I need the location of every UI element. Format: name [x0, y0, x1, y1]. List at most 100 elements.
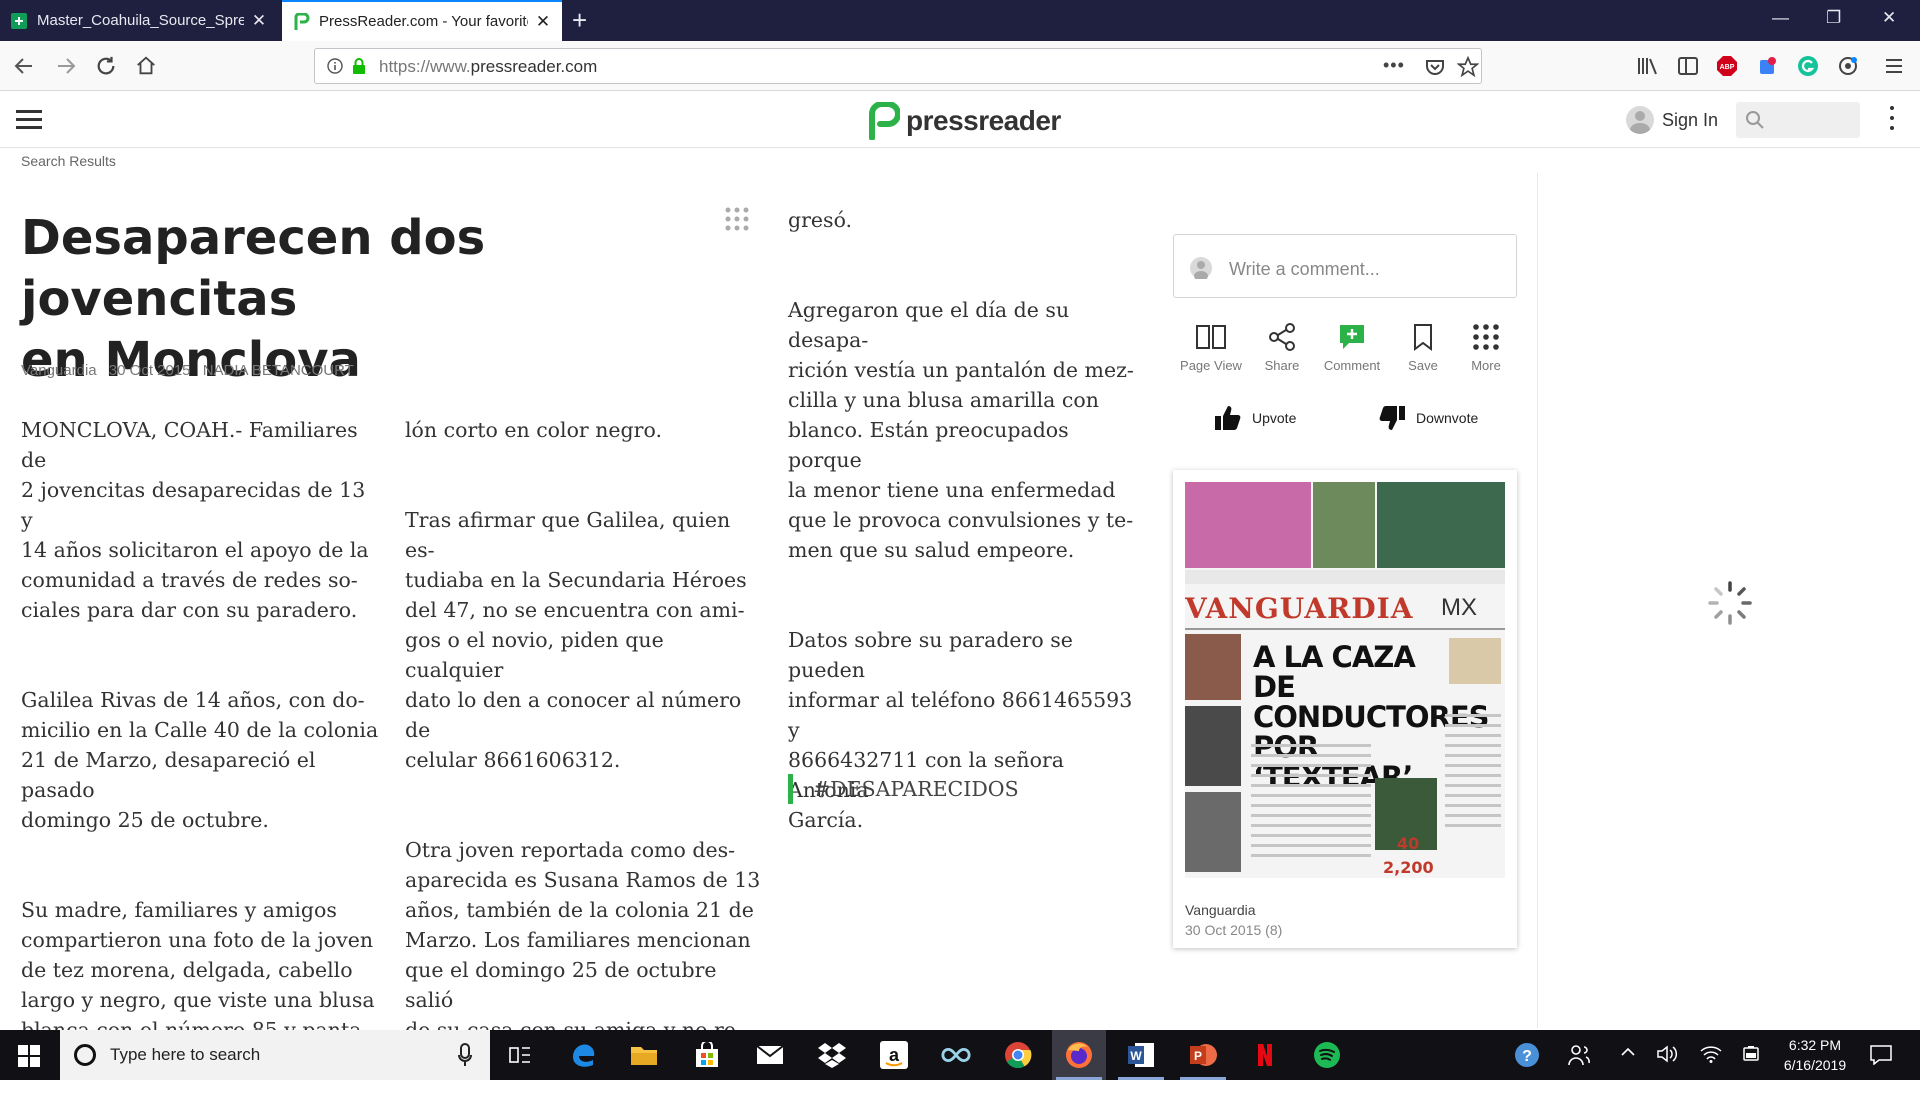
cover-text-line — [1251, 754, 1371, 757]
sign-in-button[interactable]: Sign In — [1626, 106, 1718, 134]
tab-spreadsheet[interactable]: Master_Coahuila_Source_Sprea ✕ — [0, 0, 278, 41]
people-icon[interactable] — [1564, 1040, 1594, 1070]
chrome-icon[interactable] — [1003, 1040, 1033, 1070]
amazon-icon[interactable]: a — [879, 1040, 909, 1070]
bookmark-star-icon[interactable] — [1457, 56, 1479, 78]
pressreader-logo[interactable]: pressreader — [866, 102, 1061, 140]
pocket-icon[interactable] — [1425, 57, 1445, 77]
firefox-icon[interactable] — [1056, 1040, 1102, 1080]
extension-puzzle-icon[interactable] — [1757, 55, 1779, 77]
drag-grip-icon[interactable] — [724, 206, 750, 232]
task-view-icon[interactable] — [505, 1040, 535, 1070]
file-explorer-icon[interactable] — [629, 1040, 659, 1070]
page-view-button[interactable]: Page View — [1176, 320, 1246, 373]
article-paragraph: Su madre, familiares y amigos compartiero… — [21, 898, 375, 1042]
tab-pressreader[interactable]: PressReader.com - Your favorite ✕ — [282, 0, 562, 41]
wifi-icon[interactable] — [1700, 1045, 1722, 1067]
article-source[interactable]: Vanguardia — [21, 362, 97, 379]
hashtag-link[interactable]: #DESAPARECIDOS — [788, 774, 1019, 804]
sidebar-icon[interactable] — [1677, 55, 1699, 77]
adblock-plus-icon[interactable]: ABP — [1716, 55, 1738, 77]
info-icon[interactable] — [327, 58, 343, 74]
url-bar[interactable]: https://www.pressreader.com ••• — [314, 48, 1482, 84]
volume-icon[interactable] — [1656, 1045, 1678, 1067]
cover-publication[interactable]: Vanguardia — [1185, 902, 1256, 918]
store-icon[interactable] — [692, 1040, 722, 1070]
comment-button[interactable]: Comment — [1317, 320, 1387, 373]
cover-text-line — [1251, 774, 1371, 777]
library-icon[interactable] — [1637, 55, 1659, 77]
newspaper-cover-thumbnail[interactable]: VANGUARDIA MX A LA CAZA DE CONDUCTORES P… — [1185, 482, 1505, 878]
close-window-button[interactable]: ✕ — [1882, 8, 1896, 28]
cover-photo — [1313, 482, 1375, 568]
browser-toolbar: https://www.pressreader.com ••• ABP — [0, 41, 1920, 91]
netflix-icon[interactable] — [1250, 1040, 1280, 1070]
cover-text-line — [1445, 774, 1501, 777]
restore-button[interactable]: ❐ — [1826, 8, 1841, 28]
cover-photo — [1449, 638, 1501, 684]
more-button[interactable]: More — [1451, 320, 1521, 373]
more-label: More — [1471, 358, 1501, 373]
word-icon[interactable]: W — [1118, 1040, 1164, 1080]
site-search-input[interactable] — [1736, 102, 1860, 138]
infinity-app-icon[interactable] — [941, 1040, 971, 1070]
close-tab-icon[interactable]: ✕ — [534, 12, 552, 32]
share-button[interactable]: Share — [1247, 320, 1317, 373]
edge-icon[interactable] — [568, 1040, 598, 1070]
newspaper-cover-card[interactable]: VANGUARDIA MX A LA CAZA DE CONDUCTORES P… — [1173, 470, 1517, 948]
cover-count: (8) — [1265, 922, 1283, 938]
cover-text-line — [1445, 784, 1501, 787]
close-tab-icon[interactable]: ✕ — [250, 11, 268, 31]
forward-button[interactable] — [52, 52, 80, 80]
cover-text-line — [1251, 784, 1371, 787]
powerpoint-icon[interactable]: P — [1180, 1040, 1226, 1080]
page-actions-icon[interactable]: ••• — [1383, 55, 1405, 76]
breadcrumb[interactable]: Search Results — [21, 153, 116, 169]
windows-start-icon[interactable] — [18, 1045, 40, 1067]
back-button[interactable] — [10, 52, 38, 80]
menu-icon[interactable] — [1883, 55, 1905, 77]
cover-headline-line: A LA CAZA DE — [1253, 640, 1416, 704]
hamburger-menu-icon[interactable] — [16, 110, 42, 130]
mail-icon[interactable] — [755, 1040, 785, 1070]
notifications-icon[interactable] — [1870, 1045, 1892, 1069]
search-icon — [1746, 111, 1764, 129]
home-button[interactable] — [132, 52, 160, 80]
save-button[interactable]: Save — [1388, 320, 1458, 373]
lock-icon[interactable] — [351, 57, 367, 75]
downvote-button[interactable]: Downvote — [1378, 404, 1478, 432]
tray-chevron-up-icon[interactable] — [1620, 1045, 1636, 1063]
help-icon[interactable]: ? — [1512, 1040, 1542, 1070]
url-text: https://www.pressreader.com — [379, 57, 597, 77]
spotify-icon[interactable] — [1312, 1040, 1342, 1070]
sync-icon[interactable] — [1837, 55, 1859, 77]
new-tab-button[interactable]: + — [572, 6, 587, 34]
battery-icon[interactable] — [1740, 1045, 1762, 1067]
cover-text-line — [1251, 804, 1371, 807]
cover-text-line — [1445, 824, 1501, 827]
cover-text-line — [1445, 724, 1501, 727]
dropbox-icon[interactable] — [817, 1040, 847, 1070]
cover-text-line — [1445, 754, 1501, 757]
article-date: 30 Oct 2015 — [108, 362, 191, 379]
cover-text-line — [1251, 824, 1371, 827]
upvote-button[interactable]: Upvote — [1214, 404, 1296, 432]
cover-text-line — [1445, 744, 1501, 747]
comment-input[interactable]: Write a comment... — [1173, 234, 1517, 298]
cover-stat: 40 — [1397, 834, 1420, 853]
url-prefix: https://www. — [379, 57, 471, 76]
microphone-icon[interactable] — [458, 1043, 472, 1067]
reload-button[interactable] — [92, 52, 120, 80]
taskbar-search-input[interactable]: Type here to search — [60, 1030, 490, 1080]
grammarly-icon[interactable] — [1797, 55, 1819, 77]
cover-text-line — [1251, 764, 1371, 767]
minimize-button[interactable]: — — [1772, 8, 1789, 28]
svg-text:W: W — [1130, 1049, 1142, 1063]
taskbar-clock[interactable]: 6:32 PM 6/16/2019 — [1770, 1035, 1860, 1075]
share-label: Share — [1264, 358, 1300, 373]
svg-text:?: ? — [1522, 1048, 1532, 1065]
cortana-icon — [74, 1044, 96, 1066]
more-options-icon[interactable] — [1888, 106, 1896, 134]
pressreader-favicon-icon — [294, 12, 310, 30]
cover-text-line — [1445, 734, 1501, 737]
